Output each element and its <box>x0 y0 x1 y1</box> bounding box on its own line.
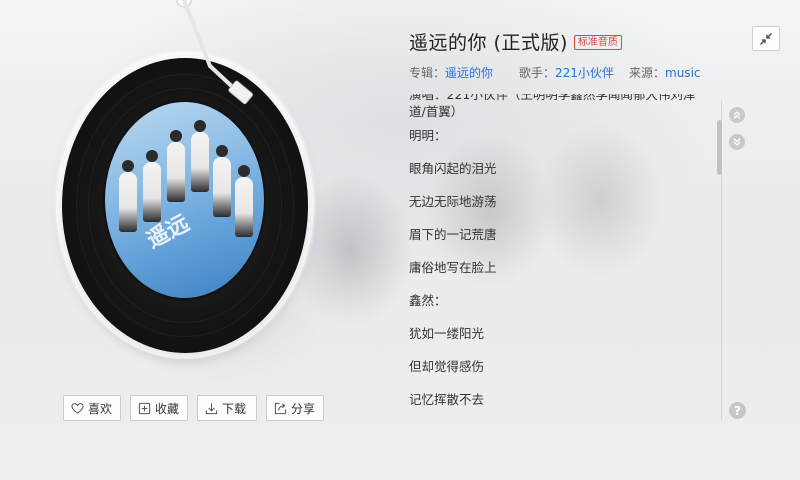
download-button[interactable]: 下载 <box>197 395 258 421</box>
lyric-line: 但却觉得感伤 <box>409 359 485 374</box>
source-link[interactable]: music <box>665 66 700 80</box>
share-button[interactable]: 分享 <box>266 395 325 421</box>
cover-figure <box>167 142 185 202</box>
lyric-line: 鑫然： <box>409 293 447 308</box>
lyric-line: 明明： <box>409 128 447 143</box>
cover-figure <box>213 157 231 217</box>
add-folder-icon <box>138 402 151 414</box>
lyric-line: 庸俗地写在脸上 <box>409 260 497 275</box>
double-chevron-down-icon <box>733 138 741 146</box>
help-button[interactable]: ? <box>729 402 746 419</box>
singer-label: 歌手： <box>519 66 556 80</box>
lyric-line: 眼角闪起的泪光 <box>409 161 497 176</box>
share-icon <box>274 402 287 414</box>
lyrics-scrollbar-thumb[interactable] <box>717 120 722 175</box>
source-meta: 来源：music <box>629 64 701 81</box>
source-label: 来源： <box>629 66 666 80</box>
album-meta: 专辑：遥远的你 <box>409 64 519 81</box>
singer-meta: 歌手：221小伙伴 <box>519 64 629 81</box>
scroll-up-button[interactable] <box>729 107 745 123</box>
collect-label: 收藏 <box>155 401 180 416</box>
cover-figure-head <box>238 165 250 177</box>
lyric-line: 犹如一缕阳光 <box>409 326 485 341</box>
heart-icon <box>71 402 84 414</box>
cover-figure-head <box>122 160 134 172</box>
cover-figure <box>119 172 137 232</box>
cover-figure-head <box>170 130 182 142</box>
cover-figure <box>191 132 209 192</box>
share-label: 分享 <box>291 401 316 416</box>
song-meta: 专辑：遥远的你 歌手：221小伙伴 来源：music <box>409 64 701 81</box>
lyric-line: 无边无际地游荡 <box>409 194 497 209</box>
album-cover: 遥远 <box>103 100 266 300</box>
song-title: 遥远的你 (正式版) <box>409 32 568 54</box>
quality-badge[interactable]: 标准音质 <box>573 35 622 50</box>
song-header: 遥远的你 (正式版) 标准音质 <box>409 28 622 55</box>
download-icon <box>205 402 218 414</box>
collect-button[interactable]: 收藏 <box>130 395 189 421</box>
cover-figure <box>143 162 161 222</box>
cover-figure-head <box>194 120 206 132</box>
tonearm <box>176 0 253 105</box>
singer-link[interactable]: 221小伙伴 <box>555 66 614 80</box>
lyric-line: 眉下的一记荒唐 <box>409 227 497 242</box>
lyric-line: 演唱：221小伙伴（王明明李鑫然李闻闻郁大伟刘泽道/首翼） <box>409 94 696 119</box>
cover-figure <box>235 177 253 237</box>
album-link[interactable]: 遥远的你 <box>445 66 493 80</box>
download-label: 下载 <box>222 401 247 416</box>
song-actions: 喜欢 收藏 下载 分享 <box>63 395 325 421</box>
collapse-arrows-icon <box>760 32 772 45</box>
cover-figure-head <box>146 150 158 162</box>
like-button[interactable]: 喜欢 <box>63 395 122 421</box>
double-chevron-up-icon <box>733 111 741 119</box>
question-icon: ? <box>734 403 741 418</box>
cover-figure-head <box>216 145 228 157</box>
minimize-button[interactable] <box>752 26 780 51</box>
scroll-down-button[interactable] <box>729 134 745 150</box>
like-label: 喜欢 <box>88 401 113 416</box>
lyric-line: 记忆挥散不去 <box>409 392 485 407</box>
lyrics-panel[interactable]: 演唱：221小伙伴（王明明李鑫然李闻闻郁大伟刘泽道/首翼） 明明： 眼角闪起的泪… <box>409 94 709 424</box>
album-label: 专辑： <box>409 66 446 80</box>
